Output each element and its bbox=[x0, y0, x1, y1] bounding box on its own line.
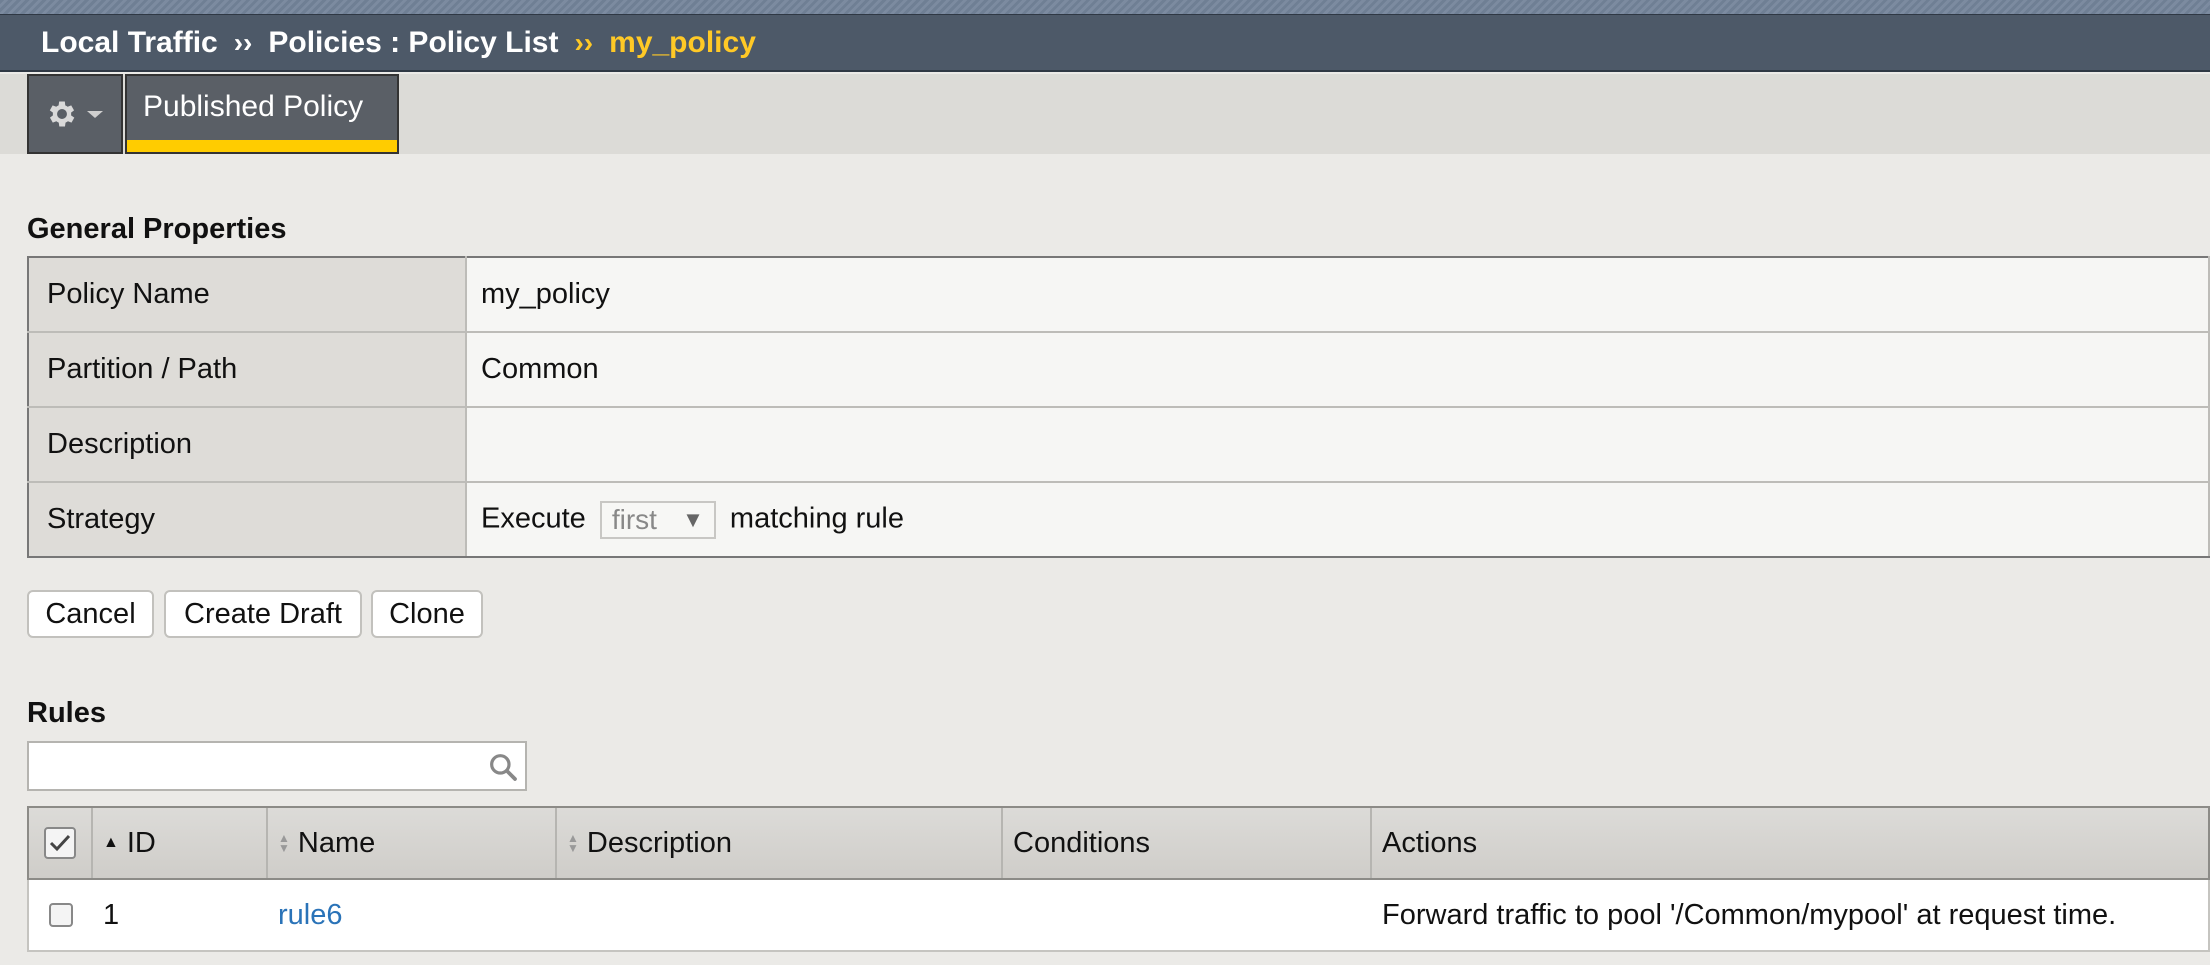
top-decorative-strip bbox=[0, 0, 2210, 14]
sort-icon: ▲ ▼ bbox=[567, 831, 579, 855]
rule-name-cell: rule6 bbox=[278, 880, 343, 950]
breadcrumb-item-policy-list[interactable]: Policies : Policy List bbox=[268, 26, 558, 60]
strategy-select-value: first bbox=[611, 503, 657, 535]
rules-table-header: ▲ ID ▲ ▼ Name ▲ ▼ Description Conditions A… bbox=[27, 806, 2210, 880]
general-properties-title: General Properties bbox=[27, 213, 287, 245]
table-row: 1 rule6 Forward traffic to pool '/Common… bbox=[27, 880, 2210, 952]
select-all-cell bbox=[29, 808, 93, 878]
property-row: Strategy Execute first ▼ matching rule bbox=[27, 481, 2210, 558]
property-value-description bbox=[465, 406, 2210, 483]
property-value-partition: Common bbox=[465, 331, 2210, 408]
strategy-suffix: matching rule bbox=[729, 502, 905, 535]
tab-published-policy[interactable]: Published Policy bbox=[125, 74, 399, 154]
cancel-button[interactable]: Cancel bbox=[27, 590, 154, 638]
column-header-actions: Actions bbox=[1372, 808, 2208, 878]
breadcrumb-separator: ›› bbox=[233, 26, 253, 58]
rules-search-input[interactable] bbox=[29, 743, 479, 789]
property-value-policy-name: my_policy bbox=[465, 256, 2210, 333]
checkmark-icon bbox=[49, 834, 71, 852]
property-label-policy-name: Policy Name bbox=[27, 256, 467, 333]
property-row: Partition / Path Common bbox=[27, 331, 2210, 408]
property-label-strategy: Strategy bbox=[27, 481, 467, 558]
clone-button[interactable]: Clone bbox=[371, 590, 483, 638]
column-header-conditions-label: Conditions bbox=[1013, 826, 1151, 859]
property-value-strategy: Execute first ▼ matching rule bbox=[465, 481, 2210, 558]
breadcrumb-separator: ›› bbox=[574, 26, 594, 58]
general-properties-table: Policy Name my_policy Partition / Path C… bbox=[27, 256, 2210, 558]
strategy-prefix: Execute bbox=[481, 502, 586, 535]
rules-title: Rules bbox=[27, 697, 106, 729]
property-label-description: Description bbox=[27, 406, 467, 483]
column-header-description[interactable]: ▲ ▼ Description bbox=[557, 808, 1003, 878]
property-row: Policy Name my_policy bbox=[27, 256, 2210, 333]
rule-name-link[interactable]: rule6 bbox=[278, 899, 343, 932]
column-header-description-label: Description bbox=[586, 826, 732, 859]
active-tab-indicator bbox=[127, 140, 397, 152]
column-header-actions-label: Actions bbox=[1382, 826, 1478, 859]
column-header-name[interactable]: ▲ ▼ Name bbox=[268, 808, 557, 878]
tab-published-policy-label: Published Policy bbox=[143, 90, 364, 123]
tab-bar: Published Policy bbox=[0, 74, 2210, 154]
search-icon[interactable] bbox=[487, 751, 519, 783]
column-header-name-label: Name bbox=[297, 826, 376, 859]
rule-actions: Forward traffic to pool '/Common/mypool'… bbox=[1382, 898, 2117, 931]
breadcrumb-current-policy: my_policy bbox=[609, 25, 756, 59]
gear-icon bbox=[49, 101, 75, 127]
dropdown-arrow-icon: ▼ bbox=[682, 506, 704, 532]
column-header-id-label: ID bbox=[126, 826, 156, 859]
gear-menu-tab[interactable] bbox=[27, 74, 123, 154]
column-header-id[interactable]: ▲ ID bbox=[93, 808, 268, 878]
create-draft-button[interactable]: Create Draft bbox=[164, 590, 362, 638]
row-select-cell bbox=[29, 880, 93, 950]
property-row: Description bbox=[27, 406, 2210, 483]
rule-id: 1 bbox=[103, 898, 120, 931]
sort-icon: ▲ ▼ bbox=[278, 831, 290, 855]
column-header-conditions: Conditions bbox=[1003, 808, 1372, 878]
property-label-partition: Partition / Path bbox=[27, 331, 467, 408]
strategy-select[interactable]: first ▼ bbox=[599, 500, 716, 539]
row-checkbox[interactable] bbox=[49, 903, 73, 927]
chevron-down-icon bbox=[87, 111, 103, 118]
sort-ascending-icon: ▲ bbox=[103, 834, 119, 851]
breadcrumb: Local Traffic ›› Policies : Policy List … bbox=[0, 14, 2210, 72]
select-all-checkbox[interactable] bbox=[44, 827, 76, 859]
rules-search-box bbox=[27, 741, 527, 791]
breadcrumb-item-local-traffic[interactable]: Local Traffic bbox=[41, 26, 218, 60]
